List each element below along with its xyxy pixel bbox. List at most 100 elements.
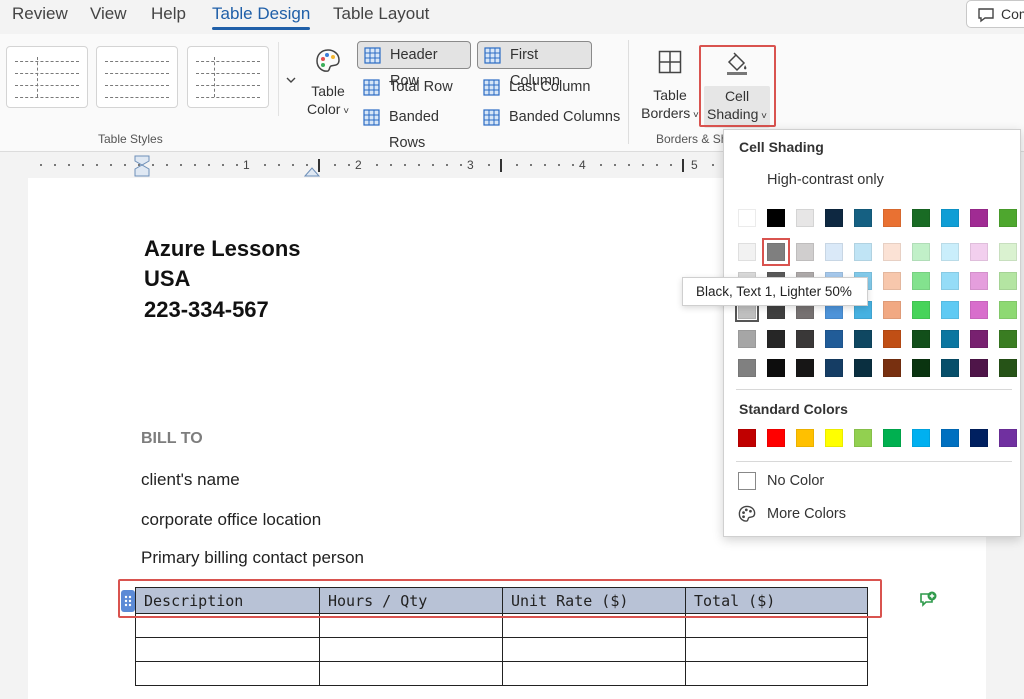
no-color-option[interactable]: No Color (767, 473, 824, 489)
table-style-thumbnail[interactable] (96, 46, 178, 108)
ruler-column-marker[interactable] (500, 159, 502, 172)
theme-shade-swatch[interactable] (941, 272, 959, 290)
first-column-toggle[interactable]: First Column (477, 41, 592, 89)
table-cell[interactable] (685, 661, 868, 686)
standard-color-swatch[interactable] (796, 429, 814, 447)
standard-color-swatch[interactable] (941, 429, 959, 447)
table-move-handle-icon[interactable] (121, 590, 135, 612)
table-row[interactable] (135, 637, 868, 662)
theme-color-swatch[interactable] (825, 209, 843, 227)
theme-shade-swatch[interactable] (738, 359, 756, 377)
right-indent-marker-icon[interactable] (304, 167, 320, 177)
theme-shade-swatch[interactable] (970, 301, 988, 319)
high-contrast-toggle[interactable]: High-contrast only (767, 172, 884, 188)
tab-view[interactable]: View (90, 4, 127, 24)
company-name[interactable]: Azure Lessons (144, 236, 301, 262)
theme-shade-swatch[interactable] (854, 359, 872, 377)
table-header-cell[interactable]: Total ($) (685, 587, 868, 614)
theme-shade-swatch[interactable] (999, 301, 1017, 319)
theme-shade-swatch[interactable] (999, 330, 1017, 348)
table-header-cell[interactable]: Hours / Qty (319, 587, 503, 614)
table-borders-button[interactable]: Table Borders ˅ (638, 50, 702, 125)
table-header-cell[interactable]: Unit Rate ($) (502, 587, 686, 614)
theme-shade-swatch[interactable] (999, 272, 1017, 290)
table-row[interactable] (135, 661, 868, 686)
tab-table-design[interactable]: Table Design (212, 4, 311, 30)
standard-color-swatch[interactable] (970, 429, 988, 447)
theme-shade-swatch[interactable] (854, 243, 872, 261)
banded-columns-toggle[interactable]: Banded Columns (477, 104, 622, 132)
theme-shade-swatch[interactable] (825, 359, 843, 377)
table-header-cell[interactable]: Description (135, 587, 320, 614)
theme-shade-swatch[interactable] (941, 330, 959, 348)
theme-shade-swatch[interactable] (738, 243, 756, 261)
theme-shade-swatch[interactable] (796, 330, 814, 348)
theme-shade-swatch[interactable] (796, 243, 814, 261)
theme-color-swatch[interactable] (854, 209, 872, 227)
table-cell[interactable] (319, 637, 503, 662)
standard-color-swatch[interactable] (912, 429, 930, 447)
more-colors-option[interactable]: More Colors (767, 506, 846, 522)
theme-color-swatch[interactable] (883, 209, 901, 227)
add-comment-icon[interactable] (918, 590, 938, 610)
banded-rows-toggle[interactable]: Banded Rows (357, 104, 475, 151)
theme-shade-swatch[interactable] (738, 330, 756, 348)
theme-shade-swatch[interactable] (825, 330, 843, 348)
table-header-row[interactable]: Description Hours / Qty Unit Rate ($) To… (135, 587, 868, 614)
cell-shading-button[interactable]: Cell Shading ˅ (702, 50, 772, 128)
theme-color-swatch[interactable] (767, 209, 785, 227)
client-name-line[interactable]: client's name (141, 470, 240, 490)
theme-color-swatch[interactable] (941, 209, 959, 227)
table-cell[interactable] (502, 637, 686, 662)
company-country[interactable]: USA (144, 266, 190, 292)
theme-shade-swatch[interactable] (825, 243, 843, 261)
table-color-button[interactable]: Table Color ˅ (304, 48, 352, 121)
theme-color-swatch[interactable] (970, 209, 988, 227)
last-column-toggle[interactable]: Last Column (477, 74, 592, 102)
theme-color-swatch[interactable] (738, 209, 756, 227)
table-cell[interactable] (135, 613, 320, 638)
theme-color-swatch[interactable] (912, 209, 930, 227)
theme-shade-swatch[interactable] (767, 359, 785, 377)
theme-shade-swatch[interactable] (912, 301, 930, 319)
theme-shade-swatch[interactable] (912, 243, 930, 261)
theme-shade-swatch[interactable] (883, 359, 901, 377)
theme-shade-swatch[interactable] (970, 330, 988, 348)
theme-shade-swatch[interactable] (912, 272, 930, 290)
table-cell[interactable] (319, 661, 503, 686)
tab-table-layout[interactable]: Table Layout (333, 4, 429, 24)
theme-color-swatch[interactable] (999, 209, 1017, 227)
theme-shade-swatch[interactable] (970, 243, 988, 261)
table-style-thumbnail[interactable] (6, 46, 88, 108)
standard-color-swatch[interactable] (883, 429, 901, 447)
theme-shade-swatch[interactable] (970, 272, 988, 290)
table-row[interactable] (135, 613, 868, 638)
comments-button[interactable]: Com (966, 0, 1024, 28)
bill-to-heading[interactable]: BILL TO (141, 430, 203, 448)
standard-color-swatch[interactable] (767, 429, 785, 447)
theme-color-swatch[interactable] (796, 209, 814, 227)
table-cell[interactable] (685, 637, 868, 662)
theme-shade-swatch[interactable] (912, 359, 930, 377)
theme-shade-swatch[interactable] (883, 272, 901, 290)
standard-color-swatch[interactable] (825, 429, 843, 447)
standard-color-swatch[interactable] (738, 429, 756, 447)
table-styles-more-button[interactable] (278, 42, 302, 116)
table-cell[interactable] (502, 661, 686, 686)
indent-marker-icon[interactable] (134, 155, 150, 177)
total-row-toggle[interactable]: Total Row (357, 74, 471, 102)
standard-color-swatch[interactable] (854, 429, 872, 447)
theme-shade-swatch[interactable] (883, 301, 901, 319)
theme-shade-swatch[interactable] (883, 243, 901, 261)
theme-shade-swatch[interactable] (970, 359, 988, 377)
theme-shade-swatch[interactable] (999, 243, 1017, 261)
table-style-thumbnail[interactable] (187, 46, 269, 108)
header-row-toggle[interactable]: Header Row (357, 41, 471, 89)
tab-review[interactable]: Review (12, 4, 68, 24)
billing-contact-line[interactable]: Primary billing contact person (141, 548, 364, 568)
table-cell[interactable] (135, 637, 320, 662)
table-cell[interactable] (502, 613, 686, 638)
theme-shade-swatch[interactable] (999, 359, 1017, 377)
theme-shade-swatch[interactable] (854, 330, 872, 348)
standard-color-swatch[interactable] (999, 429, 1017, 447)
